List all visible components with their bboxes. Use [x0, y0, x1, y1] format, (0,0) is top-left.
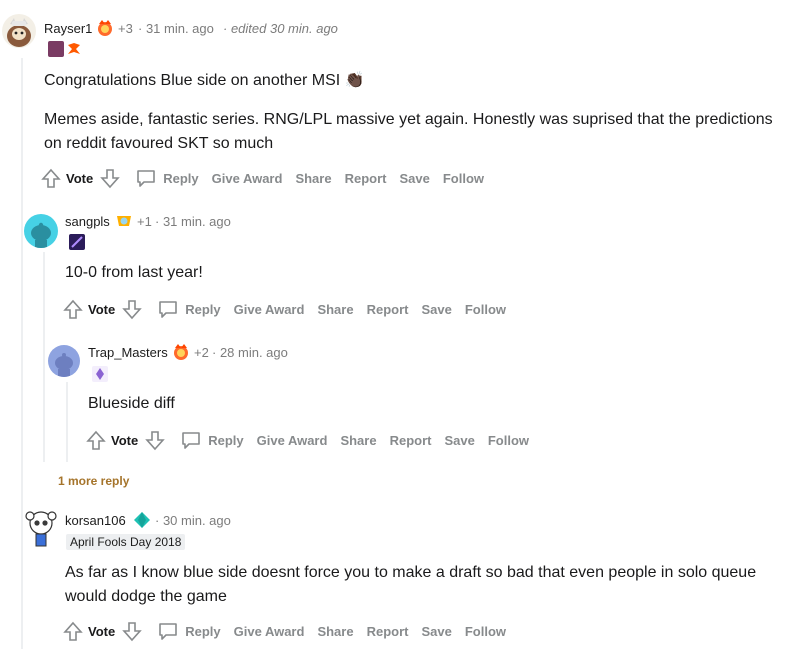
- report-button[interactable]: Report: [390, 433, 432, 448]
- share-button[interactable]: Share: [317, 624, 353, 639]
- diamond-icon: [133, 511, 151, 534]
- follow-button[interactable]: Follow: [488, 433, 529, 448]
- upvote-icon[interactable]: [85, 429, 107, 451]
- comment-bubble-icon[interactable]: [180, 429, 202, 451]
- save-button[interactable]: Save: [399, 171, 429, 186]
- award-icon: [96, 19, 114, 42]
- comment-body: As far as I know blue side doesnt force …: [65, 564, 757, 605]
- report-button[interactable]: Report: [345, 171, 387, 186]
- award-count: +3: [118, 21, 133, 36]
- comment-actions: Vote Reply Give Award Share Report Save …: [62, 619, 506, 643]
- share-button[interactable]: Share: [317, 302, 353, 317]
- save-button[interactable]: Save: [444, 433, 474, 448]
- save-button[interactable]: Save: [421, 624, 451, 639]
- give-award-button[interactable]: Give Award: [234, 302, 305, 317]
- timestamp[interactable]: · 31 min. ago: [138, 21, 214, 36]
- timestamp[interactable]: · 31 min. ago: [155, 214, 231, 229]
- save-button[interactable]: Save: [421, 302, 451, 317]
- upvote-icon[interactable]: [62, 620, 84, 642]
- vote-count: Vote: [88, 301, 116, 317]
- vote-count: Vote: [66, 170, 94, 186]
- follow-button[interactable]: Follow: [443, 171, 484, 186]
- downvote-icon[interactable]: [121, 298, 143, 320]
- award-count: +1: [137, 214, 152, 229]
- award-count: +2: [194, 345, 209, 360]
- username[interactable]: Trap_Masters: [88, 345, 168, 360]
- upvote-icon[interactable]: [40, 167, 62, 189]
- comment-actions: Vote Reply Give Award Share Report Save …: [85, 428, 529, 452]
- timestamp[interactable]: · 30 min. ago: [155, 513, 231, 528]
- timestamp[interactable]: · 28 min. ago: [212, 345, 288, 360]
- award-icon: [172, 343, 190, 366]
- fnatic-logo-icon: [66, 41, 82, 57]
- vote-count: Vote: [111, 432, 139, 448]
- edited-timestamp: · edited 30 min. ago: [223, 21, 338, 36]
- avatar[interactable]: [48, 345, 80, 377]
- username[interactable]: korsan106: [65, 513, 126, 528]
- reply-button[interactable]: Reply: [208, 433, 243, 448]
- thread-line-3[interactable]: [66, 382, 68, 462]
- thread-line-1[interactable]: [21, 58, 23, 649]
- downvote-icon[interactable]: [144, 429, 166, 451]
- comment-body-paragraph: Memes aside, fantastic series. RNG/LPL m…: [44, 111, 773, 152]
- report-button[interactable]: Report: [367, 302, 409, 317]
- avatar[interactable]: [24, 214, 58, 248]
- give-award-button[interactable]: Give Award: [234, 624, 305, 639]
- username[interactable]: sangpls: [65, 214, 110, 229]
- more-replies-link[interactable]: 1 more reply: [58, 474, 129, 488]
- flair-crystal-icon: [92, 366, 108, 382]
- vote-count: Vote: [88, 623, 116, 639]
- downvote-icon[interactable]: [99, 167, 121, 189]
- share-button[interactable]: Share: [295, 171, 331, 186]
- downvote-icon[interactable]: [121, 620, 143, 642]
- avatar[interactable]: [24, 508, 58, 548]
- flair-champion-icon: [69, 234, 85, 250]
- report-button[interactable]: Report: [367, 624, 409, 639]
- thread-line-2[interactable]: [43, 252, 45, 462]
- comment-bubble-icon[interactable]: [157, 620, 179, 642]
- comment-actions: Vote Reply Give Award Share Report Save …: [40, 166, 484, 190]
- reply-button[interactable]: Reply: [185, 302, 220, 317]
- give-award-button[interactable]: Give Award: [257, 433, 328, 448]
- follow-button[interactable]: Follow: [465, 624, 506, 639]
- flair-champion-icon: [48, 41, 64, 57]
- snoo-avatar: [31, 222, 51, 248]
- avatar[interactable]: [2, 14, 36, 48]
- comment-body: Congratulations Blue side on another MSI…: [44, 72, 365, 89]
- comment-bubble-icon[interactable]: [135, 167, 157, 189]
- comment-actions: Vote Reply Give Award Share Report Save …: [62, 297, 506, 321]
- upvote-icon[interactable]: [62, 298, 84, 320]
- comment-body: 10-0 from last year!: [65, 264, 203, 281]
- comment-body: Blueside diff: [88, 395, 175, 412]
- user-flair: April Fools Day 2018: [66, 534, 186, 550]
- comment-bubble-icon[interactable]: [157, 298, 179, 320]
- username[interactable]: Rayser1: [44, 21, 92, 36]
- snoo-avatar: [25, 511, 57, 547]
- follow-button[interactable]: Follow: [465, 302, 506, 317]
- poro-avatar-icon: [7, 18, 31, 47]
- snoo-avatar: [55, 353, 73, 377]
- reply-button[interactable]: Reply: [185, 624, 220, 639]
- award-icon: [115, 212, 133, 235]
- reply-button[interactable]: Reply: [163, 171, 198, 186]
- give-award-button[interactable]: Give Award: [212, 171, 283, 186]
- share-button[interactable]: Share: [340, 433, 376, 448]
